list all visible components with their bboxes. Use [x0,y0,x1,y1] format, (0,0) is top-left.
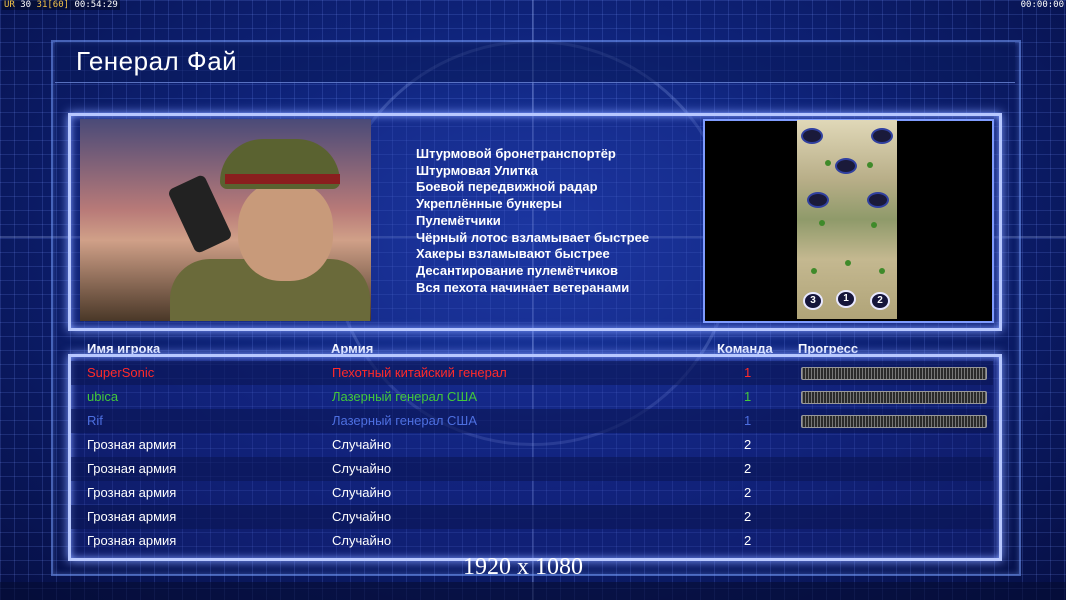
player-team: 2 [744,461,752,476]
map-crater [807,192,829,208]
player-team: 2 [744,533,752,548]
loading-progress-bar [801,391,987,404]
player-army: Пехотный китайский генерал [332,365,507,380]
fps-overlay: UR 30 31[60] 00:54:29 [2,0,120,10]
general-bonus-list: Штурмовой бронетранспортёр Штурмовая Ули… [416,146,649,296]
general-portrait [80,119,371,321]
map-crater [801,128,823,144]
bonus-item: Десантирование пулемётчиков [416,262,619,278]
bonus-item: Хакеры взламывают быстрее [416,246,610,262]
start-slot-1[interactable]: 1 [836,290,856,308]
portrait-face [238,181,333,281]
player-army: Случайно [332,533,392,548]
map-tree [819,220,825,226]
start-slot-2[interactable]: 2 [870,292,890,310]
loading-progress-bar [801,415,987,428]
player-army: Случайно [332,437,392,452]
fps-prefix: UR [4,0,15,10]
map-crater [871,128,893,144]
fps-value-c: [60] [47,0,70,10]
player-name: SuperSonic [87,365,155,380]
map-tree [825,160,831,166]
player-team: 1 [744,413,752,428]
bonus-item: Чёрный лотос взламывает быстрее [416,229,650,245]
session-timer: 00:54:29 [74,0,118,10]
player-name: Грозная армия [87,509,177,524]
player-name: Грозная армия [87,437,177,452]
start-slot-3[interactable]: 3 [803,292,823,310]
player-name: Грозная армия [87,461,177,476]
bonus-item: Укреплённые бункеры [416,196,562,212]
player-army: Случайно [332,485,392,500]
player-name: Rif [87,413,103,428]
player-row: Грозная армия Случайно 2 [71,433,993,457]
map-tree [867,162,873,168]
player-team: 2 [744,485,752,500]
bottom-strip [0,582,1066,600]
player-row: Грозная армия Случайно 2 [71,481,993,505]
player-row: Rif Лазерный генерал США 1 [71,409,993,433]
player-row: Грозная армия Случайно 2 [71,457,993,481]
player-name: ubica [87,389,119,404]
general-title: Генерал Фай [76,46,238,76]
map-tree [845,260,851,266]
resolution-label: 1920 x 1080 [463,554,583,580]
portrait-cap-band [225,174,340,184]
game-timer: 00:00:00 [1020,0,1064,10]
bonus-item: Пулемётчики [416,212,501,228]
fps-value-a: 30 [20,0,32,10]
map-crater [867,192,889,208]
player-army: Лазерный генерал США [332,413,478,428]
map-tree [871,222,877,228]
player-team: 1 [744,365,752,380]
map-tree [811,268,817,274]
player-row: ubica Лазерный генерал США 1 [71,385,993,409]
player-team: 2 [744,437,752,452]
map-tree [879,268,885,274]
player-army: Случайно [332,509,392,524]
player-team: 1 [744,389,752,404]
player-row: SuperSonic Пехотный китайский генерал 1 [71,361,993,385]
loading-progress-bar [801,367,987,380]
player-army: Случайно [332,461,392,476]
player-name: Грозная армия [87,485,177,500]
player-row: Грозная армия Случайно 2 [71,529,993,553]
map-crater [835,158,857,174]
player-team: 2 [744,509,752,524]
fps-value-b: 31 [36,0,48,10]
player-row: Грозная армия Случайно 2 [71,505,993,529]
minimap: 3 1 2 [797,120,897,319]
bonus-item: Боевой передвижной радар [416,179,598,195]
bonus-item: Штурмовой бронетранспортёр [416,146,616,161]
player-army: Лазерный генерал США [332,389,478,404]
bonus-item: Вся пехота начинает ветеранами [416,279,630,295]
player-name: Грозная армия [87,533,177,548]
bonus-item: Штурмовая Улитка [416,162,538,178]
